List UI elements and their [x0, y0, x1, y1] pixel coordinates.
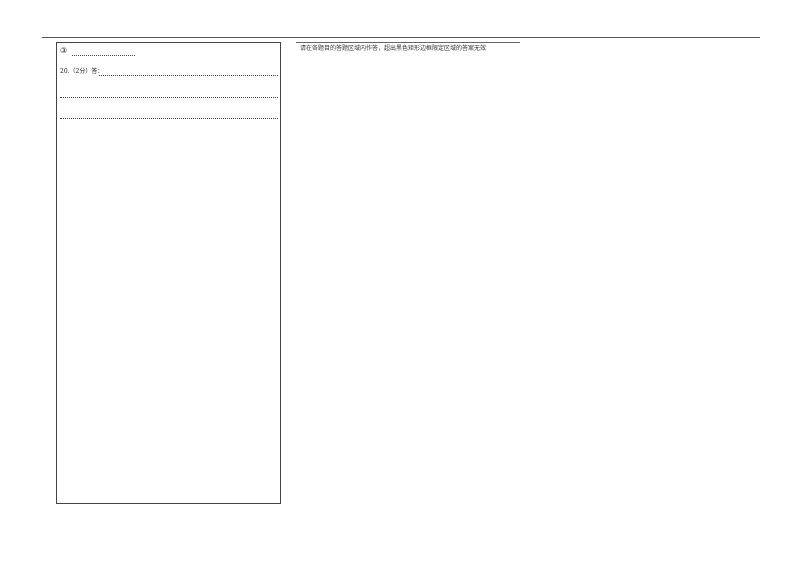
answer-area-notice: 请在各题目的答题区域内作答，超出黑色矩形边框限定区域的答案无效	[300, 45, 487, 52]
answer-line-item-3	[72, 55, 135, 56]
notice-rule	[296, 42, 520, 43]
item-marker: ③	[60, 46, 68, 55]
answer-line-3	[60, 118, 278, 119]
answer-line-q20	[99, 75, 278, 76]
top-rule	[42, 37, 760, 38]
question-20-label: 20.（2分）答：	[60, 68, 104, 75]
answer-box	[56, 42, 281, 504]
answer-line-2	[60, 97, 278, 98]
